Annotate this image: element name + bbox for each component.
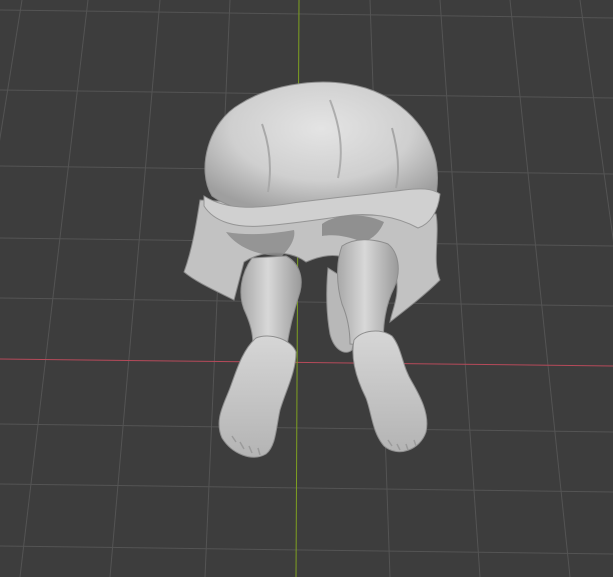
grid-line-vertical [0, 0, 23, 142]
grid-line-horizontal [0, 9, 613, 19]
grid-line-vertical [579, 0, 613, 242]
x-axis-line [0, 358, 613, 367]
viewport-canvas[interactable] [0, 0, 613, 577]
grid-line-horizontal [0, 423, 613, 433]
mesh-right-foot [352, 330, 428, 453]
grid-line-vertical [109, 0, 161, 577]
grid-line-horizontal [0, 483, 613, 493]
3d-viewport[interactable] [0, 0, 613, 577]
grid-line-horizontal [0, 297, 613, 307]
mesh-left-foot [218, 335, 297, 458]
grid-line-horizontal [0, 545, 613, 555]
grid-line-vertical [19, 0, 89, 577]
sculpt-mesh-model[interactable] [183, 81, 441, 458]
